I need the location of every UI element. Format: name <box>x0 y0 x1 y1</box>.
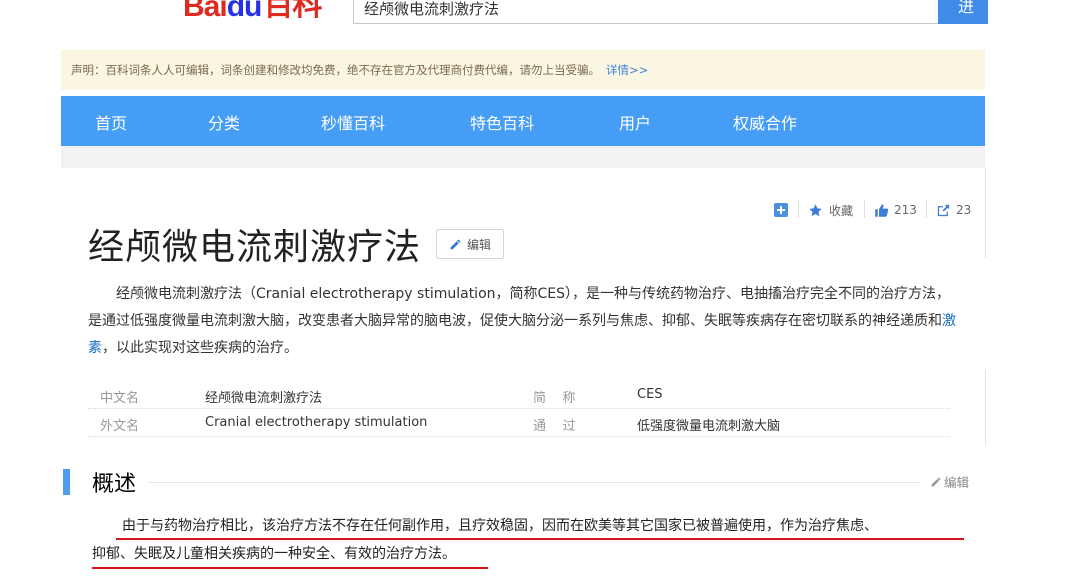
info-key: 通 过 <box>533 419 576 434</box>
info-key: 简 称 <box>533 391 576 406</box>
section-edit-button[interactable]: 编辑 <box>930 472 969 491</box>
add-icon <box>774 203 788 217</box>
pencil-icon <box>450 239 461 249</box>
red-underline-annotation <box>116 538 964 540</box>
info-value: Cranial electrotherapy stimulation <box>205 415 428 430</box>
main-nav: 首页 分类 秒懂百科 特色百科 用户 权威合作 <box>61 96 985 146</box>
section-divider <box>148 482 920 483</box>
baidu-baike-logo[interactable]: Bai du 百科 <box>183 0 322 24</box>
tool-separator <box>926 200 927 218</box>
screenshot-page: Bai du 百科 进入 声明：百科词条人人可编辑，词条创建和修改均免费，绝不存… <box>0 0 1080 583</box>
paragraph-line-2: 抑郁、失眠及儿童相关疾病的一种安全、有效的治疗方法。 <box>92 546 456 562</box>
logo-text-du: du <box>226 0 263 23</box>
entry-edit-button[interactable]: 编辑 <box>436 229 504 259</box>
logo-text-baike: 百科 <box>263 0 322 22</box>
entry-summary: 经颅微电流刺激疗法（Cranial electrotherapy stimula… <box>88 281 958 362</box>
add-tool[interactable] <box>774 200 793 220</box>
tool-separator <box>864 200 865 218</box>
paragraph-line: 由于与药物治疗相比，该治疗方法不存在任何副作用，且疗效稳固，因而在欧美等其它国家… <box>92 512 972 540</box>
nav-item-featured[interactable]: 特色百科 <box>470 110 534 134</box>
info-value: 低强度微量电流刺激大脑 <box>637 419 781 434</box>
summary-text-2: ，以此实现对这些疾病的治疗。 <box>102 340 298 356</box>
info-value: 经颅微电流刺激疗法 <box>205 391 323 406</box>
like-button[interactable]: 213 <box>874 200 917 220</box>
summary-text-1: 经颅微电流刺激疗法（Cranial electrotherapy stimula… <box>88 286 951 329</box>
entry-edit-label: 编辑 <box>466 237 491 252</box>
nav-item-miaodong[interactable]: 秒懂百科 <box>321 110 385 134</box>
share-count: 23 <box>956 203 972 217</box>
tool-separator <box>798 200 799 218</box>
basic-info-row: 外文名 Cranial electrotherapy stimulation 通… <box>88 409 950 437</box>
share-button[interactable]: 23 <box>936 200 971 220</box>
basic-info-table: 中文名 经颅微电流刺激疗法 简 称 CES 外文名 Cranial electr… <box>88 381 950 437</box>
paragraph-line: 抑郁、失眠及儿童相关疾病的一种安全、有效的治疗方法。 <box>92 540 972 568</box>
disclaimer-detail-link[interactable]: 详情>> <box>606 63 648 77</box>
info-key: 中文名 <box>100 391 140 406</box>
section-title: 概述 <box>92 472 137 497</box>
nav-item-category[interactable]: 分类 <box>208 110 240 134</box>
like-count: 213 <box>894 203 917 217</box>
search-input[interactable] <box>353 0 939 24</box>
nav-item-home[interactable]: 首页 <box>95 110 127 134</box>
content-border <box>985 168 986 258</box>
favorite-button[interactable]: 收藏 <box>808 200 853 220</box>
nav-item-authority[interactable]: 权威合作 <box>733 110 797 134</box>
star-icon <box>809 203 822 216</box>
search-enter-button[interactable]: 进入 <box>938 0 988 42</box>
paragraph-line-1: 由于与药物治疗相比，该治疗方法不存在任何副作用，且疗效稳固，因而在欧美等其它国家… <box>122 518 878 534</box>
info-value: CES <box>637 387 663 402</box>
nav-item-user[interactable]: 用户 <box>619 110 651 134</box>
share-icon <box>937 204 950 216</box>
info-key: 外文名 <box>100 419 140 434</box>
basic-info-row: 中文名 经颅微电流刺激疗法 简 称 CES <box>88 381 950 409</box>
favorite-label: 收藏 <box>829 203 854 218</box>
red-underline-annotation <box>92 567 488 569</box>
section-accent-bar <box>63 469 70 495</box>
section-paragraph: 由于与药物治疗相比，该治疗方法不存在任何副作用，且疗效稳固，因而在欧美等其它国家… <box>92 512 972 568</box>
entry-title: 经颅微电流刺激疗法 <box>88 227 422 268</box>
content-border <box>985 370 986 445</box>
logo-text-bai: Bai <box>183 0 228 23</box>
thumbs-up-icon <box>875 203 889 217</box>
section-edit-label: 编辑 <box>944 475 970 490</box>
nav-subbar <box>61 146 985 168</box>
disclaimer-text: 声明：百科词条人人可编辑，词条创建和修改均免费，绝不存在官方及代理商付费代编，请… <box>71 63 600 77</box>
pencil-icon <box>931 477 941 487</box>
disclaimer-notice: 声明：百科词条人人可编辑，词条创建和修改均免费，绝不存在官方及代理商付费代编，请… <box>61 50 985 90</box>
